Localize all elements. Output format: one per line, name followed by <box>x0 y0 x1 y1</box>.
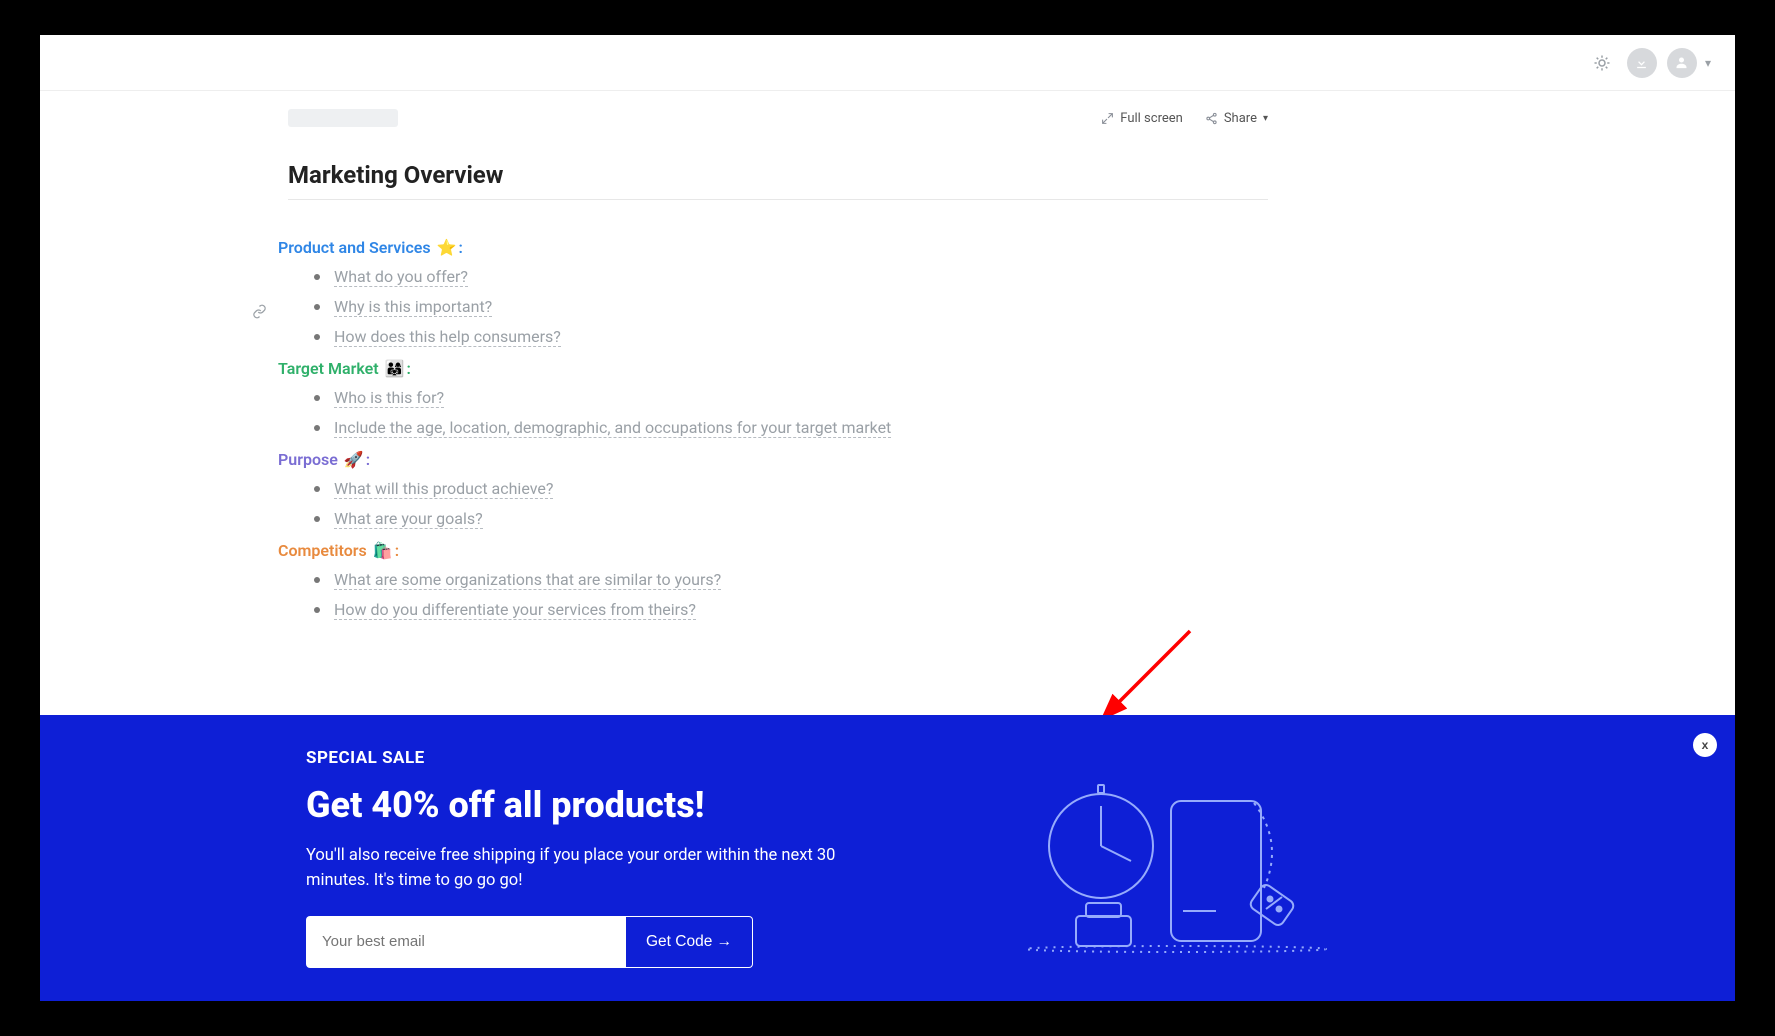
banner-headline: Get 40% off all products! <box>306 784 866 826</box>
expand-icon <box>1101 112 1114 125</box>
email-field[interactable] <box>306 916 626 968</box>
section-heading: Competitors 🛍️: <box>278 541 1238 560</box>
list-item: What do you offer? <box>314 267 1238 287</box>
bags-icon: 🛍️ <box>373 541 393 560</box>
prompt-link[interactable]: What are some organizations that are sim… <box>334 570 721 590</box>
page-title: Marketing Overview <box>288 161 1268 189</box>
brightness-icon[interactable] <box>1587 48 1617 78</box>
document-area: Full screen Share ▾ Marketing Overview P… <box>40 91 1735 620</box>
app-window: ▾ Full screen Share ▾ Marketing Overview <box>40 35 1735 1001</box>
avatar[interactable] <box>1667 48 1697 78</box>
section-heading-text: Target Market <box>278 359 379 378</box>
fullscreen-button[interactable]: Full screen <box>1101 111 1183 126</box>
prompt-link[interactable]: How does this help consumers? <box>334 327 561 347</box>
chevron-down-icon: ▾ <box>1263 113 1268 124</box>
get-code-button[interactable]: Get Code → <box>626 916 753 968</box>
rocket-icon: 🚀 <box>344 450 364 469</box>
section-heading-text: Purpose <box>278 450 338 469</box>
prompt-link[interactable]: Who is this for? <box>334 388 444 408</box>
list-item: How do you differentiate your services f… <box>314 600 1238 620</box>
breadcrumb-skeleton <box>288 109 398 127</box>
banner-eyebrow: SPECIAL SALE <box>306 748 866 768</box>
share-label: Share <box>1224 111 1257 126</box>
section-heading: Target Market 👨‍👩‍👧: <box>278 359 1238 378</box>
download-button[interactable] <box>1627 48 1657 78</box>
family-icon: 👨‍👩‍👧 <box>385 359 405 378</box>
prompt-link[interactable]: Why is this important? <box>334 297 492 317</box>
chevron-down-icon[interactable]: ▾ <box>1705 56 1711 70</box>
close-button[interactable]: x <box>1693 733 1717 757</box>
link-icon[interactable] <box>252 304 267 323</box>
prompt-link[interactable]: What do you offer? <box>334 267 468 287</box>
list-item: What are your goals? <box>314 509 1238 529</box>
prompt-link[interactable]: How do you differentiate your services f… <box>334 600 696 620</box>
list-item: What will this product achieve? <box>314 479 1238 499</box>
prompt-link[interactable]: Include the age, location, demographic, … <box>334 418 891 438</box>
list-item: Include the age, location, demographic, … <box>314 418 1238 438</box>
section-heading: Purpose 🚀: <box>278 450 1238 469</box>
star-icon: ⭐ <box>437 238 457 257</box>
doc-body: Product and Services ⭐: What do you offe… <box>258 200 1238 620</box>
banner-body: You'll also receive free shipping if you… <box>306 844 866 894</box>
list-item: Why is this important? <box>314 297 1238 317</box>
share-icon <box>1205 112 1218 125</box>
promo-banner: SPECIAL SALE Get 40% off all products! Y… <box>40 715 1735 1001</box>
list-item: Who is this for? <box>314 388 1238 408</box>
section-heading-text: Competitors <box>278 541 367 560</box>
list-item: What are some organizations that are sim… <box>314 570 1238 590</box>
prompt-link[interactable]: What are your goals? <box>334 509 483 529</box>
banner-illustration <box>1016 751 1346 965</box>
topbar: ▾ <box>40 35 1735 91</box>
prompt-link[interactable]: What will this product achieve? <box>334 479 553 499</box>
fullscreen-label: Full screen <box>1120 111 1183 126</box>
list-item: How does this help consumers? <box>314 327 1238 347</box>
share-button[interactable]: Share ▾ <box>1205 111 1268 126</box>
section-heading-text: Product and Services <box>278 238 431 257</box>
section-heading: Product and Services ⭐: <box>278 238 1238 257</box>
doc-title-row: Marketing Overview <box>288 131 1268 200</box>
